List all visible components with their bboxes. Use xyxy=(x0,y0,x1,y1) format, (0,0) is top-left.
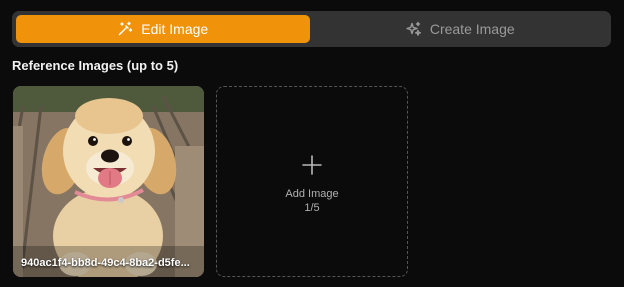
tab-create-image[interactable]: Create Image xyxy=(314,15,608,43)
reference-images-heading: Reference Images (up to 5) xyxy=(12,58,179,73)
tab-edit-image[interactable]: Edit Image xyxy=(16,15,310,43)
tab-edit-image-label: Edit Image xyxy=(141,21,209,37)
reference-image-filename: 940ac1f4-bb8d-49c4-8ba2-d5fe... xyxy=(21,257,190,269)
magic-wand-icon xyxy=(117,21,133,37)
reference-image-thumbnail[interactable]: 940ac1f4-bb8d-49c4-8ba2-d5fe... xyxy=(13,86,204,277)
mode-tab-bar: Edit Image Create Image xyxy=(12,11,611,47)
plus-icon xyxy=(302,154,322,175)
tab-create-image-label: Create Image xyxy=(429,21,515,37)
sparkles-icon xyxy=(406,21,422,37)
add-image-label: Add Image xyxy=(285,187,339,200)
puppy-photo xyxy=(13,86,204,277)
image-count: 1/5 xyxy=(304,201,320,214)
add-image-button[interactable]: Add Image 1/5 xyxy=(216,86,408,277)
